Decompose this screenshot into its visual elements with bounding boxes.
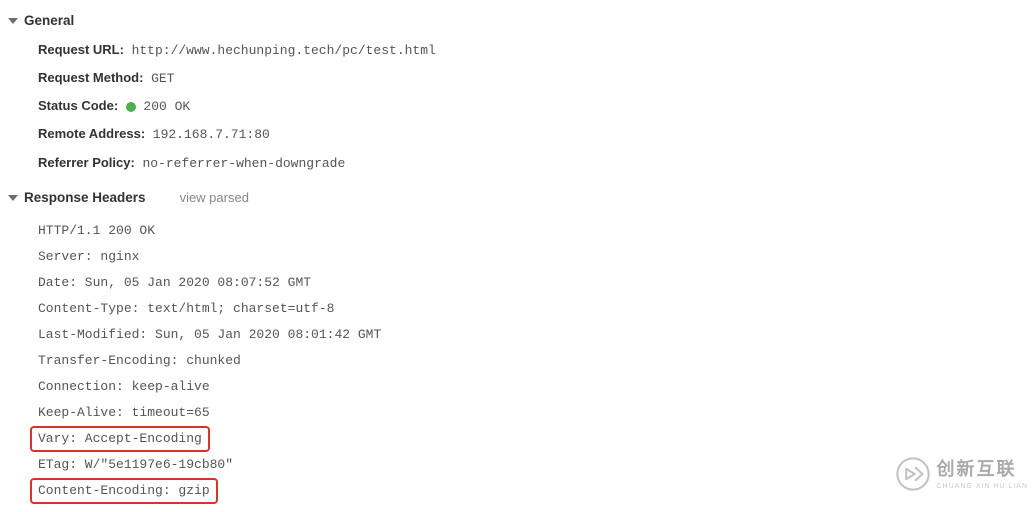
row-request-url: Request URL: http://www.hechunping.tech/… (38, 41, 1032, 60)
watermark: 创新互联 CHUANG XIN HU LIAN (896, 457, 1028, 492)
response-header-line: Server: nginx (38, 244, 1032, 270)
response-header-line: Keep-Alive: timeout=65 (38, 400, 1032, 426)
status-ok-icon (126, 102, 136, 112)
label-status-code: Status Code: (38, 98, 118, 113)
general-section-title: General (24, 12, 74, 31)
row-referrer-policy: Referrer Policy: no-referrer-when-downgr… (38, 154, 1032, 173)
value-request-method: GET (151, 71, 174, 86)
value-request-url: http://www.hechunping.tech/pc/test.html (132, 43, 436, 58)
watermark-en-text: CHUANG XIN HU LIAN (936, 482, 1028, 492)
row-remote-address: Remote Address: 192.168.7.71:80 (38, 125, 1032, 144)
value-referrer-policy: no-referrer-when-downgrade (142, 156, 345, 171)
general-section-toggle[interactable]: General (8, 12, 1032, 31)
response-header-line: HTTP/1.1 200 OK (38, 218, 1032, 244)
label-remote-address: Remote Address: (38, 126, 145, 141)
response-header-line: Content-Type: text/html; charset=utf-8 (38, 296, 1032, 322)
response-header-line: Connection: keep-alive (38, 374, 1032, 400)
watermark-logo-icon (896, 457, 930, 491)
chevron-down-icon (8, 195, 18, 201)
row-request-method: Request Method: GET (38, 69, 1032, 88)
general-list: Request URL: http://www.hechunping.tech/… (8, 41, 1032, 173)
label-referrer-policy: Referrer Policy: (38, 155, 135, 170)
label-request-url: Request URL: (38, 42, 124, 57)
view-parsed-link[interactable]: view parsed (180, 189, 249, 207)
response-headers-section-toggle[interactable]: Response Headers view parsed (8, 189, 1032, 208)
response-header-line: Content-Encoding: gzip (38, 478, 1032, 504)
watermark-cn-text: 创新互联 (936, 457, 1028, 482)
chevron-down-icon (8, 18, 18, 24)
response-header-line: ETag: W/"5e1197e6-19cb80" (38, 452, 1032, 478)
label-request-method: Request Method: (38, 70, 143, 85)
response-header-line: Transfer-Encoding: chunked (38, 348, 1032, 374)
highlighted-header: Content-Encoding: gzip (30, 478, 218, 504)
highlighted-header: Vary: Accept-Encoding (30, 426, 210, 452)
value-status-code: 200 OK (143, 99, 190, 114)
response-header-line: Vary: Accept-Encoding (38, 426, 1032, 452)
value-remote-address: 192.168.7.71:80 (153, 127, 270, 142)
response-headers-raw: HTTP/1.1 200 OKServer: nginxDate: Sun, 0… (8, 218, 1032, 504)
response-header-line: Date: Sun, 05 Jan 2020 08:07:52 GMT (38, 270, 1032, 296)
response-header-line: Last-Modified: Sun, 05 Jan 2020 08:01:42… (38, 322, 1032, 348)
row-status-code: Status Code: 200 OK (38, 97, 1032, 116)
response-headers-section-title: Response Headers (24, 189, 146, 208)
